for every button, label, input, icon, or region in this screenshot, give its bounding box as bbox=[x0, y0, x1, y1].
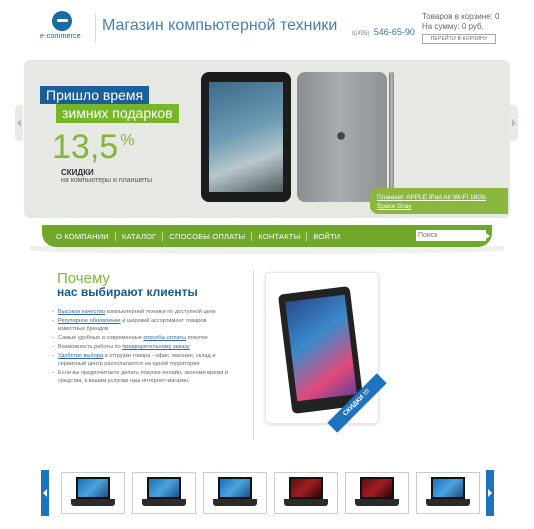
carousel-thumb-laptop-4[interactable] bbox=[274, 472, 338, 514]
list-item: Возможность работы по предварительному з… bbox=[52, 343, 232, 351]
carousel-thumb-laptop-2[interactable] bbox=[132, 472, 196, 514]
laptop-base bbox=[213, 499, 257, 506]
discount-description: на компьютеры и планшеты bbox=[61, 177, 152, 184]
why-list: Высокое качество компьютерной техники по… bbox=[52, 308, 232, 386]
list-item: Самые удобные и современные способы опла… bbox=[52, 334, 232, 342]
phone-number: 546-65-90 bbox=[373, 27, 415, 37]
laptop-base bbox=[426, 499, 470, 506]
site-title: Магазин компьютерной техники bbox=[102, 17, 338, 34]
laptop-base bbox=[355, 499, 399, 506]
search-input[interactable] bbox=[416, 230, 486, 241]
discount-value: 13,5 bbox=[52, 128, 119, 166]
why-link[interactable]: способы оплаты bbox=[143, 335, 186, 341]
banner-prev-arrow-icon[interactable] bbox=[15, 105, 23, 141]
promo-headline-1: Пришло время bbox=[40, 86, 150, 104]
phone: 8(495) 546-65-90 bbox=[352, 22, 415, 40]
why-subtitle: нас выбирают клиенты bbox=[57, 285, 198, 299]
list-item: Если вы предпочитаете делать покупки онл… bbox=[52, 369, 232, 385]
banner-next-arrow-icon[interactable] bbox=[510, 105, 518, 141]
laptop-screen bbox=[289, 477, 323, 499]
ipad-screen bbox=[209, 82, 283, 192]
carousel-next-arrow-icon[interactable] bbox=[486, 470, 494, 516]
laptop-base bbox=[284, 499, 328, 506]
content-divider bbox=[253, 270, 254, 440]
why-text: покупок bbox=[186, 335, 208, 341]
discount-unit: % bbox=[120, 132, 135, 149]
carousel-thumb-laptop-3[interactable] bbox=[203, 472, 267, 514]
list-item: Высокое качество компьютерной техники по… bbox=[52, 308, 232, 316]
nav-item-catalog[interactable]: КАТАЛОГ bbox=[122, 232, 157, 241]
why-text: Возможность работы по bbox=[58, 344, 123, 350]
laptop-screen bbox=[431, 477, 465, 499]
carousel-thumb-laptop-1[interactable] bbox=[61, 472, 125, 514]
tablet-screen bbox=[285, 294, 357, 402]
nav-separator bbox=[306, 231, 308, 241]
laptop-screen bbox=[360, 477, 394, 499]
search-arrow-icon[interactable] bbox=[486, 233, 490, 239]
why-text: Если вы предпочитаете делать покупки онл… bbox=[58, 370, 228, 384]
header-divider bbox=[95, 13, 96, 43]
why-text: компьютерной техники по доступной цене bbox=[104, 309, 216, 315]
list-item: Удобство выбора и отгрузки товара - офис… bbox=[52, 352, 232, 368]
laptop-screen bbox=[76, 477, 110, 499]
cart-items-count: Товаров в корзине: 0 bbox=[422, 12, 500, 21]
nav-separator bbox=[251, 231, 253, 241]
cart-sum: На сумму: 0 руб. bbox=[422, 22, 484, 31]
why-link[interactable]: Высокое качество bbox=[58, 309, 105, 315]
product-link[interactable]: Планшет APPLE iPad Air Wi-Fi 16Gb Space … bbox=[377, 193, 505, 211]
ipad-side-image bbox=[389, 72, 394, 202]
why-link[interactable]: предварительному заказу bbox=[122, 344, 189, 350]
laptop-base bbox=[142, 499, 186, 506]
nav-item-contacts[interactable]: КОНТАКТЫ bbox=[258, 232, 300, 241]
carousel-thumb-laptop-5[interactable] bbox=[345, 472, 409, 514]
phone-code: 8(495) bbox=[352, 31, 370, 37]
promo-headline-2: зимних подарков bbox=[56, 104, 179, 123]
apple-logo-icon: ● bbox=[335, 125, 347, 145]
logo-e-icon[interactable] bbox=[52, 11, 72, 31]
list-item: Регулярное обновление и широкий ассортим… bbox=[52, 317, 232, 333]
go-to-cart-button[interactable]: ПЕРЕЙТИ В КОРЗИНУ bbox=[422, 34, 496, 44]
carousel-prev-arrow-icon[interactable] bbox=[41, 470, 49, 516]
laptop-base bbox=[71, 499, 115, 506]
nav-items: О КОМПАНИИ КАТАЛОГ СПОСОБЫ ОПЛАТЫ КОНТАК… bbox=[56, 225, 340, 247]
logo-text: e-commerce bbox=[40, 33, 81, 40]
laptop-screen bbox=[218, 477, 252, 499]
carousel-thumb-laptop-6[interactable] bbox=[416, 472, 480, 514]
nav-separator bbox=[162, 231, 164, 241]
nav-item-login[interactable]: ВОЙТИ bbox=[313, 232, 340, 241]
laptop-screen bbox=[147, 477, 181, 499]
why-text: Самые удобные и современные bbox=[58, 335, 144, 341]
nav-separator bbox=[114, 231, 116, 241]
why-link[interactable]: Удобство выбора bbox=[58, 353, 103, 359]
discount-amount: 13,5% bbox=[52, 128, 134, 167]
nav-item-about[interactable]: О КОМПАНИИ bbox=[56, 232, 109, 241]
nav-item-payment[interactable]: СПОСОБЫ ОПЛАТЫ bbox=[169, 232, 245, 241]
nav-shadow bbox=[30, 246, 504, 254]
why-link[interactable]: Регулярное обновление bbox=[58, 318, 121, 324]
